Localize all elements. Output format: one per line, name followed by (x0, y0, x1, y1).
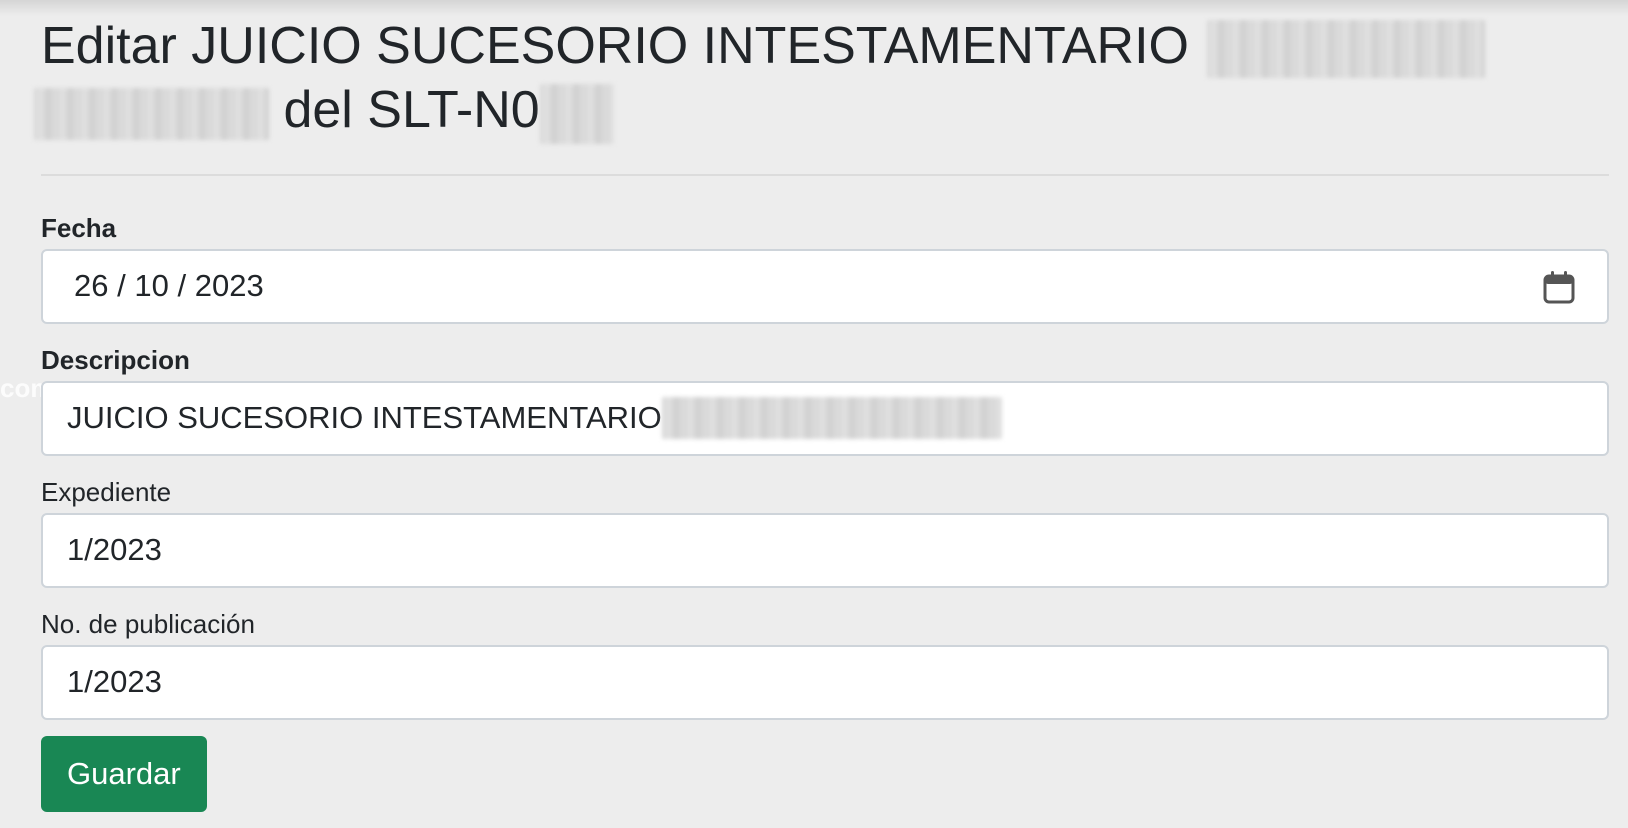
actions: Guardar (41, 735, 1609, 812)
descripcion-value: JUICIO SUCESORIO INTESTAMENTARIO (67, 400, 662, 436)
edit-form-container: Editar JUICIO SUCESORIO INTESTAMENTARIO … (34, 0, 1609, 812)
fecha-day[interactable]: 26 (74, 268, 108, 303)
page-title-prefix: Editar JUICIO SUCESORIO INTESTAMENTARIO (41, 17, 1189, 75)
descripcion-label: Descripcion (41, 344, 190, 375)
fecha-separator: / (177, 268, 187, 304)
save-button[interactable]: Guardar (41, 735, 207, 812)
publicacion-value: 1/2023 (67, 664, 162, 700)
title-divider (41, 173, 1609, 176)
redacted-id (539, 83, 614, 144)
fecha-group: Fecha 26 / 10 / 2023 (41, 212, 1609, 324)
descripcion-group: Descripcion JUICIO SUCESORIO INTESTAMENT… (41, 344, 1609, 456)
descripcion-input[interactable]: JUICIO SUCESORIO INTESTAMENTARIO (41, 380, 1609, 456)
redacted-description-part (661, 397, 1002, 440)
calendar-icon[interactable] (1543, 270, 1575, 304)
fecha-value: 26 / 10 / 2023 (43, 268, 264, 304)
fecha-date-input[interactable]: 26 / 10 / 2023 (41, 248, 1609, 324)
expediente-value: 1/2023 (67, 532, 162, 568)
publicacion-label: No. de publicación (41, 608, 255, 639)
fecha-separator: / (117, 268, 126, 304)
redacted-name-part-1 (1207, 20, 1486, 79)
fecha-label: Fecha (41, 212, 117, 243)
expediente-label: Expediente (41, 476, 172, 507)
expediente-input[interactable]: 1/2023 (41, 512, 1609, 588)
fecha-year[interactable]: 2023 (195, 268, 264, 303)
publicacion-input[interactable]: 1/2023 (41, 644, 1609, 720)
page-title: Editar JUICIO SUCESORIO INTESTAMENTARIO … (34, 0, 1609, 144)
redacted-name-part-2 (34, 87, 269, 140)
fecha-month[interactable]: 10 (134, 268, 168, 303)
page-title-suffix: del SLT-N0 (283, 81, 540, 140)
publicacion-group: No. de publicación 1/2023 (41, 608, 1609, 720)
expediente-group: Expediente 1/2023 (41, 476, 1609, 588)
